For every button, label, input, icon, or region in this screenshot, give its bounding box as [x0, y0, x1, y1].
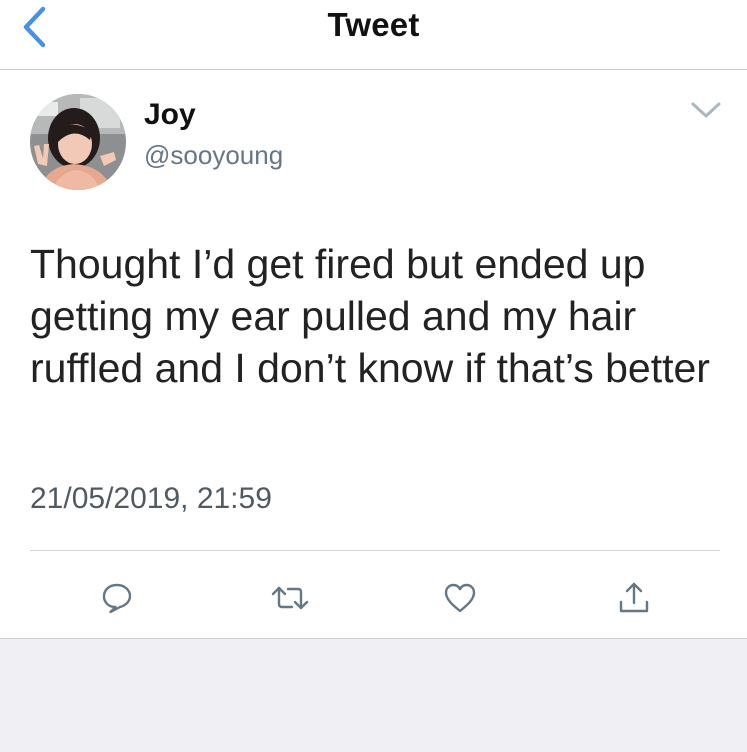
retweet-button[interactable] [266, 576, 314, 620]
more-options-button[interactable] [684, 92, 728, 128]
like-button[interactable] [436, 576, 484, 620]
heart-icon [444, 583, 476, 613]
share-button[interactable] [610, 576, 658, 620]
navigation-bar: Tweet [0, 0, 747, 70]
tweet-text: Thought I’d get fired but ended up getti… [30, 241, 710, 391]
display-name[interactable]: Joy [144, 98, 196, 132]
avatar[interactable] [30, 94, 126, 190]
footer-background [0, 638, 747, 752]
tweet-actions [0, 570, 747, 626]
chevron-down-icon [691, 102, 721, 118]
page-title: Tweet [327, 6, 420, 43]
tweet-timestamp: 21/05/2019, 21:59 [30, 482, 272, 515]
comment-icon [102, 583, 132, 614]
username[interactable]: @sooyoung [144, 140, 283, 171]
reply-button[interactable] [93, 576, 141, 620]
divider [30, 550, 720, 551]
share-icon [619, 582, 649, 613]
avatar-image [30, 94, 126, 190]
retweet-icon [271, 586, 309, 610]
